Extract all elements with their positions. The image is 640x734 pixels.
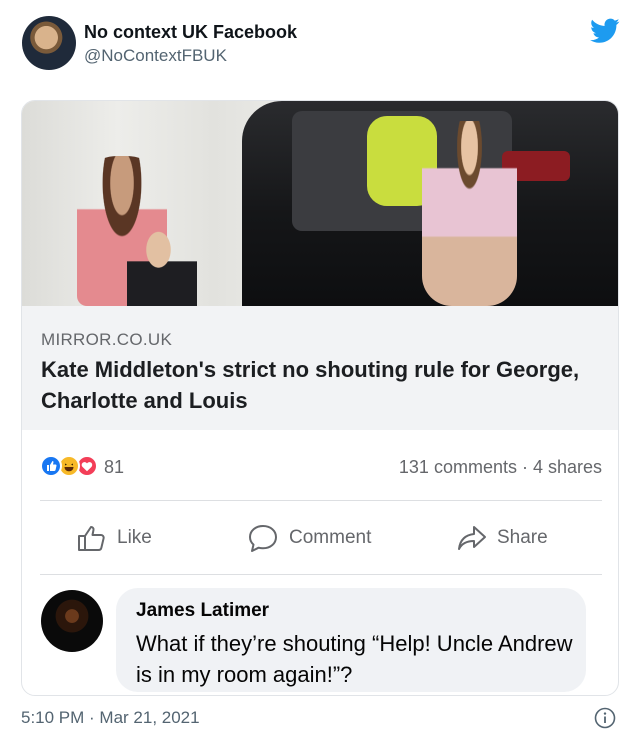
like-label: Like xyxy=(117,527,152,548)
article-photo[interactable] xyxy=(22,101,618,306)
tweet-header: No context UK Facebook @NoContextFBUK xyxy=(0,0,640,90)
comments-shares-count[interactable]: 131 comments · 4 shares xyxy=(399,457,602,478)
author-avatar[interactable] xyxy=(22,16,76,70)
reaction-count[interactable]: 81 xyxy=(104,457,124,478)
comment-label: Comment xyxy=(289,527,372,548)
facebook-post-screenshot[interactable]: MIRROR.CO.UK Kate Middleton's strict no … xyxy=(21,100,619,696)
comment-text: What if they’re shouting “Help! Uncle An… xyxy=(136,631,573,687)
share-button[interactable]: Share xyxy=(457,523,548,553)
share-label: Share xyxy=(497,527,548,548)
like-button[interactable]: Like xyxy=(77,523,152,553)
like-icon xyxy=(40,455,62,477)
twitter-bird-icon[interactable] xyxy=(590,18,620,44)
photo-toddler xyxy=(127,231,197,306)
link-preview[interactable]: MIRROR.CO.UK Kate Middleton's strict no … xyxy=(22,306,618,430)
comment-bubble[interactable]: James Latimer What if they’re shouting “… xyxy=(116,588,586,692)
photo-girl xyxy=(422,121,517,306)
info-icon[interactable] xyxy=(594,707,616,729)
post-actions: Like Comment Share xyxy=(22,501,618,574)
comment-button[interactable]: Comment xyxy=(247,523,371,553)
tweet-timestamp[interactable]: 5:10 PM · Mar 21, 2021 xyxy=(21,708,200,728)
post-stats: 81 131 comments · 4 shares xyxy=(22,430,618,500)
commenter-name[interactable]: James Latimer xyxy=(136,600,269,622)
comment: James Latimer What if they’re shouting “… xyxy=(22,575,618,695)
speech-bubble-icon xyxy=(249,525,277,552)
link-title[interactable]: Kate Middleton's strict no shouting rule… xyxy=(41,354,601,416)
thumbs-up-icon xyxy=(78,526,105,551)
link-domain: MIRROR.CO.UK xyxy=(41,330,173,349)
author-handle[interactable]: @NoContextFBUK xyxy=(84,46,227,66)
commenter-avatar[interactable] xyxy=(41,590,103,652)
share-arrow-icon xyxy=(458,526,486,550)
author-display-name[interactable]: No context UK Facebook xyxy=(84,22,297,43)
